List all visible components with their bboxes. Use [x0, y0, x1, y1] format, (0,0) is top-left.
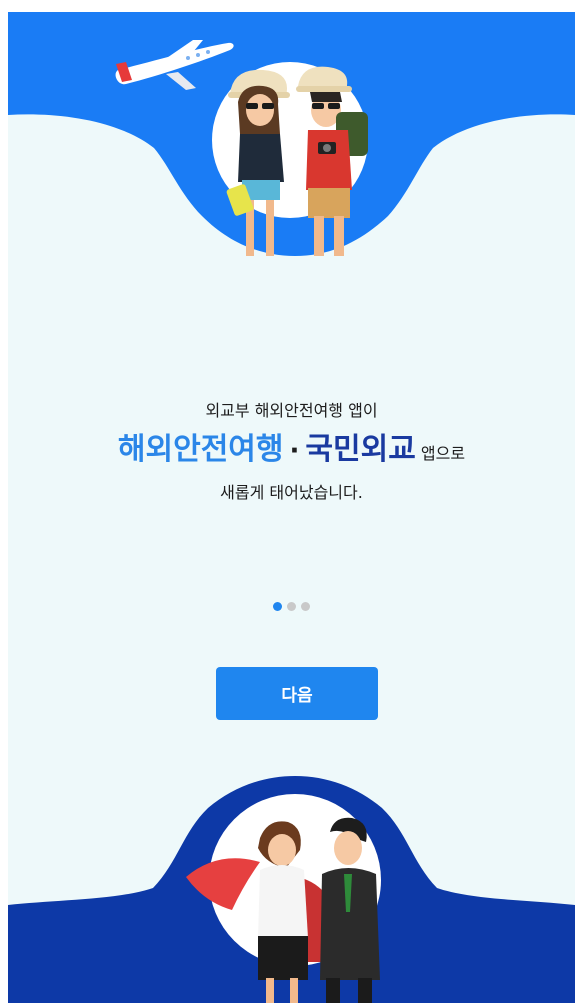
- intro-copy: 외교부 해외안전여행 앱이 해외안전여행 · 국민외교 앱으로 새롭게 태어났습니다…: [8, 400, 575, 504]
- next-button[interactable]: 다음: [216, 667, 378, 720]
- intro-line-2: 해외안전여행 · 국민외교 앱으로: [8, 428, 575, 476]
- intro-line-2-suffix: 앱으로: [420, 444, 466, 463]
- page-dot[interactable]: [273, 602, 282, 611]
- page-indicator: [8, 602, 575, 611]
- page-dot[interactable]: [287, 602, 296, 611]
- intro-line-3: 새롭게 태어났습니다.: [220, 483, 363, 502]
- highlight-app-name-2: 국민외교: [305, 432, 416, 467]
- page-dot[interactable]: [301, 602, 310, 611]
- separator-dot: ·: [289, 436, 300, 466]
- onboarding-screen: 외교부 해외안전여행 앱이 해외안전여행 · 국민외교 앱으로 새롭게 태어났습니다…: [8, 12, 575, 1003]
- intro-line-1: 외교부 해외안전여행 앱이: [205, 401, 378, 420]
- highlight-app-name-1: 해외안전여행: [117, 432, 284, 467]
- background-art: [8, 12, 575, 1003]
